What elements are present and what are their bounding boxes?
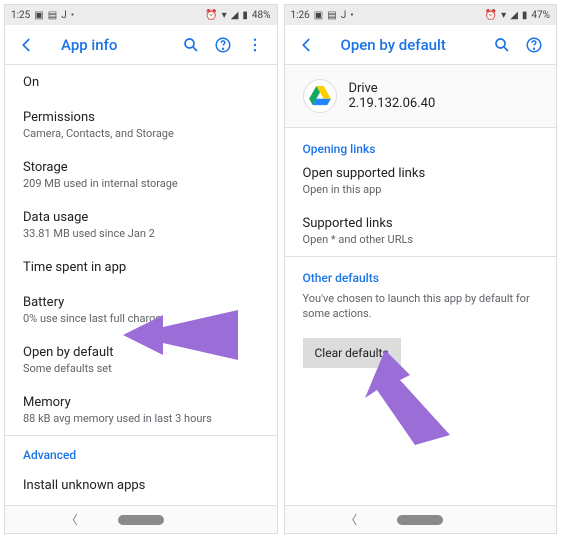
nav-back-icon[interactable]: 〈: [66, 511, 78, 528]
row-storage[interactable]: Storage 209 MB used in internal storage: [5, 150, 277, 200]
alarm-icon: ⏰: [485, 10, 497, 21]
app-header: Drive 2.19.132.06.40: [285, 65, 557, 128]
alarm-icon: ⏰: [205, 10, 217, 21]
section-other-defaults: Other defaults: [285, 257, 557, 291]
row-advanced[interactable]: Advanced: [5, 436, 277, 474]
status-bar: 1:26 ▣ ▤ J • ⏰ ▾ ◢ ▮ 47%: [285, 5, 557, 25]
back-icon[interactable]: [291, 29, 323, 61]
dot-icon: •: [350, 10, 353, 21]
other-defaults-desc: You've chosen to launch this app by defa…: [285, 291, 557, 332]
row-permissions[interactable]: Permissions Camera, Contacts, and Storag…: [5, 100, 277, 150]
sms-icon: ▤: [48, 10, 57, 21]
battery-icon: ▮: [242, 10, 248, 21]
search-icon[interactable]: [486, 29, 518, 61]
app-version: 2.19.132.06.40: [349, 96, 436, 111]
wifi-icon: ▾: [222, 10, 227, 21]
sms-icon: ▤: [327, 10, 336, 21]
nav-back-icon[interactable]: 〈: [345, 511, 357, 528]
page-title: Open by default: [341, 36, 487, 54]
status-time: 1:26: [291, 10, 310, 21]
overflow-icon[interactable]: [239, 29, 271, 61]
app-name: Drive: [349, 81, 436, 96]
header: Open by default: [285, 25, 557, 65]
phone-left: 1:25 ▣ ▤ J • ⏰ ▾ ◢ ▮ 48% App info: [4, 4, 278, 534]
signal-icon: ◢: [510, 10, 518, 21]
letter-icon: J: [341, 10, 347, 21]
clear-defaults-button[interactable]: Clear defaults: [303, 338, 401, 368]
back-icon[interactable]: [11, 29, 43, 61]
row-install-unknown[interactable]: Install unknown apps Not allowed: [5, 474, 277, 495]
wifi-icon: ▾: [501, 10, 506, 21]
nav-home-pill[interactable]: [397, 515, 443, 525]
help-icon[interactable]: [518, 29, 550, 61]
nav-home-pill[interactable]: [118, 515, 164, 525]
battery-pct: 47%: [531, 10, 550, 21]
row-memory[interactable]: Memory 88 kB avg memory used in last 3 h…: [5, 385, 277, 435]
row-open-by-default[interactable]: Open by default Some defaults set: [5, 335, 277, 385]
phone-right: 1:26 ▣ ▤ J • ⏰ ▾ ◢ ▮ 47% Open by default: [284, 4, 558, 534]
battery-pct: 48%: [252, 10, 271, 21]
battery-icon: ▮: [522, 10, 528, 21]
page-title: App info: [61, 36, 175, 54]
search-icon[interactable]: [175, 29, 207, 61]
row-data-usage[interactable]: Data usage 33.81 MB used since Jan 2: [5, 200, 277, 250]
letter-icon: J: [61, 10, 67, 21]
row-supported-links[interactable]: Supported links Open * and other URLs: [285, 206, 557, 256]
section-opening-links: Opening links: [285, 128, 557, 162]
help-icon[interactable]: [207, 29, 239, 61]
drive-icon: [303, 79, 337, 113]
header: App info: [5, 25, 277, 65]
row-time-spent[interactable]: Time spent in app: [5, 250, 277, 285]
row-battery[interactable]: Battery 0% use since last full charge: [5, 285, 277, 335]
status-time: 1:25: [11, 10, 30, 21]
row-notifications-state[interactable]: On: [5, 65, 277, 100]
nav-bar: 〈: [285, 505, 557, 533]
signal-icon: ◢: [231, 10, 239, 21]
dot-icon: •: [71, 10, 74, 21]
chat-icon: ▣: [314, 10, 323, 21]
chat-icon: ▣: [34, 10, 43, 21]
nav-bar: 〈: [5, 505, 277, 533]
status-bar: 1:25 ▣ ▤ J • ⏰ ▾ ◢ ▮ 48%: [5, 5, 277, 25]
row-open-supported-links[interactable]: Open supported links Open in this app: [285, 162, 557, 206]
settings-list: On Permissions Camera, Contacts, and Sto…: [5, 65, 277, 495]
